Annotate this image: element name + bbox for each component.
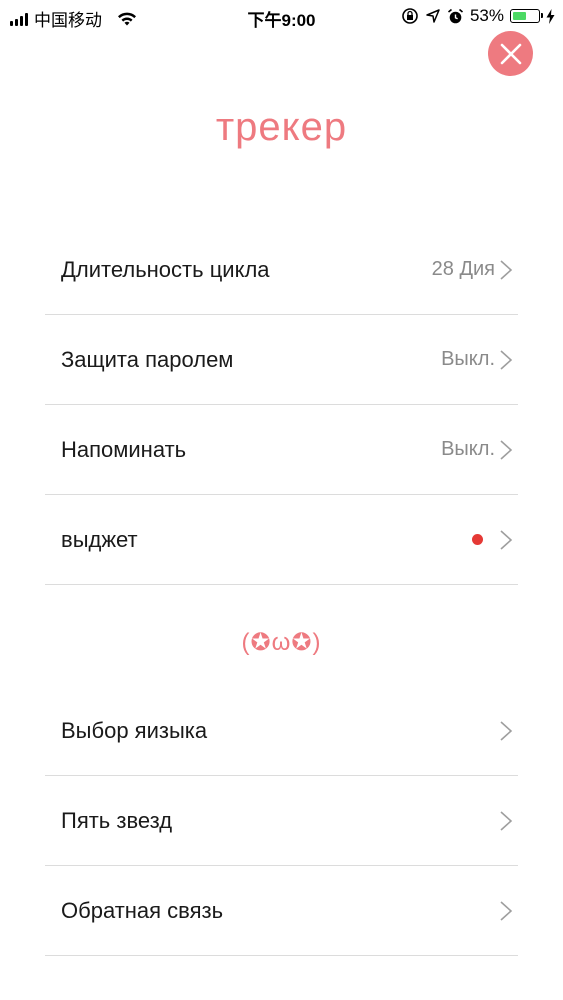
cycle-length-row[interactable]: Длительность цикла 28 Дия: [45, 225, 518, 315]
battery-icon: [510, 9, 543, 23]
close-icon: [500, 43, 521, 64]
chevron-right-icon: [500, 439, 513, 460]
row-label: Защита паролем: [61, 346, 234, 372]
widget-row[interactable]: выджет: [45, 495, 518, 585]
status-bar: 中国移动 下午9:00 53%: [0, 0, 563, 32]
language-row[interactable]: Выбор яизыка: [45, 686, 518, 776]
charging-icon: [546, 8, 555, 24]
chevron-right-icon: [500, 810, 513, 831]
notification-dot: [472, 534, 483, 545]
orientation-lock-icon: [402, 8, 418, 24]
password-protection-row[interactable]: Защита паролем Выкл.: [45, 315, 518, 405]
row-value: 28 Дия: [431, 258, 495, 280]
row-value: Выкл.: [441, 438, 495, 460]
chevron-right-icon: [500, 900, 513, 921]
row-label: Выбор яизыка: [61, 717, 208, 743]
close-button[interactable]: [488, 31, 533, 76]
row-label: Пять звезд: [61, 807, 173, 833]
chevron-right-icon: [500, 720, 513, 741]
status-right: 53%: [401, 6, 555, 26]
chevron-right-icon: [500, 349, 513, 370]
feedback-row[interactable]: Обратная связь: [45, 866, 518, 956]
settings-list-main: Длительность цикла 28 Дия Защита паролем…: [45, 225, 518, 585]
battery-fill: [512, 11, 526, 20]
settings-list-extra: Выбор яизыка Пять звезд Обратная связь: [45, 686, 518, 956]
reminder-row[interactable]: Напоминать Выкл.: [45, 405, 518, 495]
chevron-right-icon: [500, 529, 513, 550]
battery-percent: 53%: [469, 6, 504, 25]
location-icon: [426, 9, 440, 23]
row-label: Напоминать: [61, 436, 187, 462]
row-label: Длительность цикла: [61, 256, 270, 282]
section-divider-kaomoji: (✪ω✪): [241, 629, 322, 656]
row-label: Обратная связь: [61, 897, 224, 923]
alarm-icon: [447, 8, 463, 23]
row-label: выджет: [61, 526, 138, 552]
rate-five-stars-row[interactable]: Пять звезд: [45, 776, 518, 866]
page-title: трекер: [215, 105, 348, 149]
chevron-right-icon: [500, 259, 513, 280]
row-value: Выкл.: [441, 348, 495, 370]
